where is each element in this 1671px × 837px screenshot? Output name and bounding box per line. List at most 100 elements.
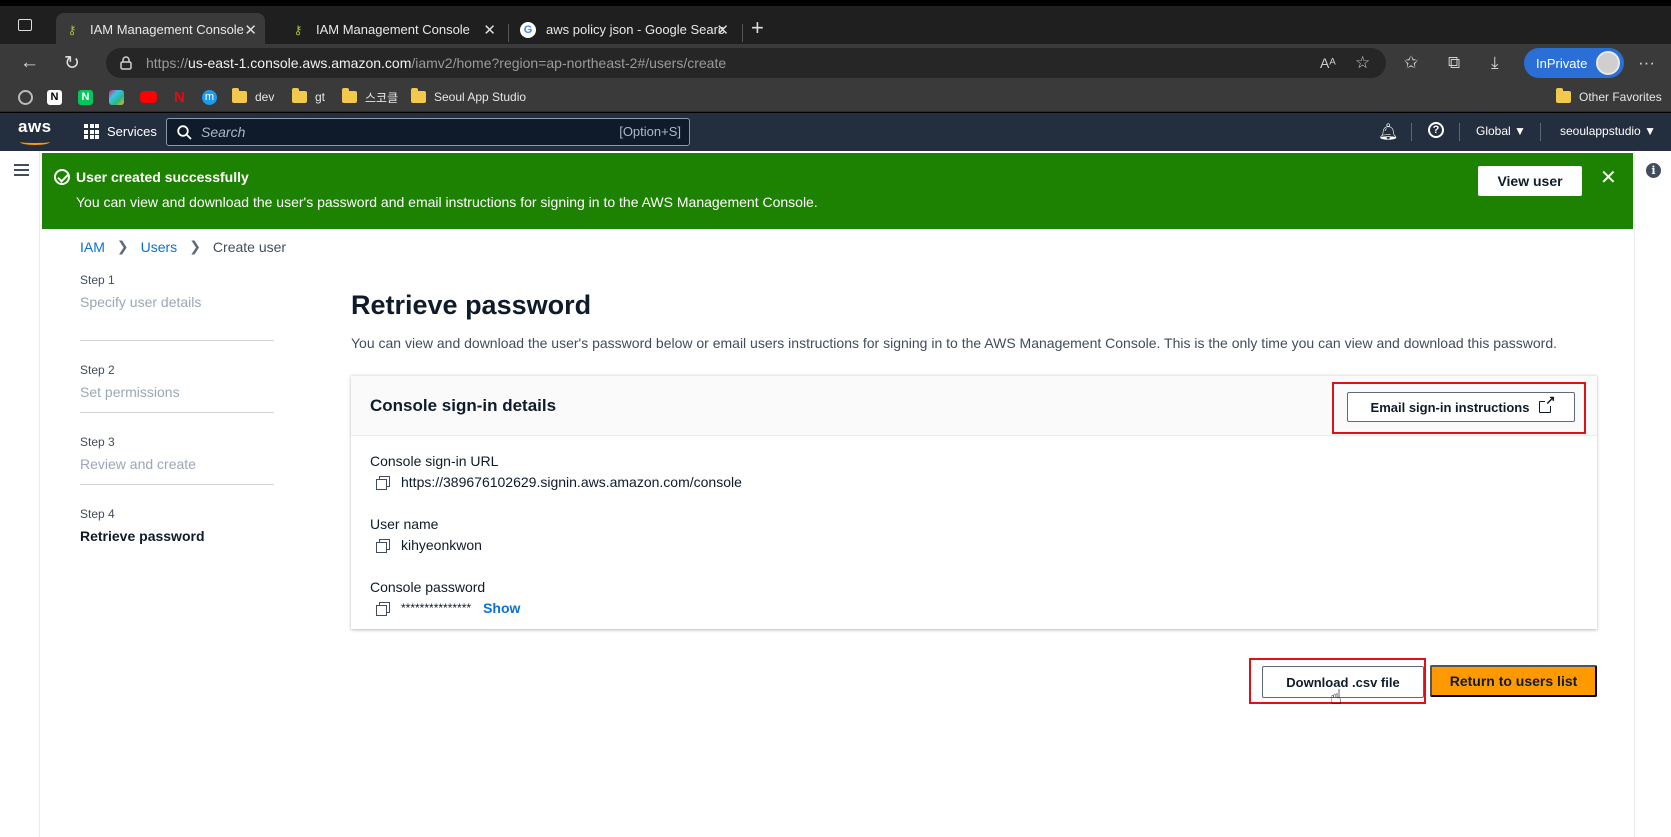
side-navigation-rail — [0, 151, 40, 837]
page-title: Retrieve password — [351, 290, 592, 320]
tab-iam-1[interactable]: ⚷ IAM Management Console ✕ — [56, 13, 265, 46]
aws-logo[interactable]: aws — [18, 117, 52, 145]
favorite-folder-seoul-app-studio[interactable]: Seoul App Studio — [411, 88, 526, 106]
menu-hamburger-icon[interactable] — [14, 164, 29, 179]
tab-google-search[interactable]: G aws policy json - Google Searc ✕ — [512, 13, 737, 46]
github-icon[interactable] — [18, 88, 33, 106]
notion-icon[interactable]: N — [47, 88, 62, 106]
url-host: us-east-1.console.aws.amazon.com — [188, 55, 412, 71]
step-name: Review and create — [80, 456, 196, 472]
other-favorites[interactable]: Other Favorites — [1556, 88, 1662, 106]
success-flashbar: User created successfully You can view a… — [42, 153, 1633, 229]
new-tab-icon[interactable]: + — [751, 15, 764, 41]
tab-iam-2[interactable]: ⚷ IAM Management Console ✕ — [282, 13, 504, 46]
password-value: *************** Show — [370, 600, 520, 616]
help-icon[interactable]: ? — [1428, 122, 1444, 138]
step-label: Step 4 — [80, 507, 115, 521]
wizard-steps: Step 1 Specify user details Step 2 Set p… — [80, 273, 274, 553]
browser-address-bar: ← ↻ https:// us-east-1.console.aws.amazo… — [0, 44, 1671, 82]
tab-actions-icon[interactable] — [18, 19, 32, 31]
page-description: You can view and download the user's pas… — [351, 335, 1558, 351]
search-placeholder: Search — [201, 124, 246, 140]
wizard-step-1: Step 1 Specify user details — [80, 273, 274, 341]
password-label: Console password — [370, 579, 486, 595]
close-tab-icon[interactable]: ✕ — [483, 21, 496, 39]
folder-icon — [411, 88, 426, 103]
folder-icon — [232, 88, 247, 103]
url-path: /iamv2/home?region=ap-northeast-2#/users… — [411, 55, 727, 71]
container-title: Console sign-in details — [370, 396, 557, 415]
aws-key-icon: ⚷ — [293, 22, 303, 37]
aws-global-nav: aws Services Search [Option+S] 🔔︎ ? Glob… — [0, 113, 1671, 151]
close-tab-icon[interactable]: ✕ — [244, 21, 257, 39]
screen: ⚷ IAM Management Console ✕ ⚷ IAM Managem… — [0, 0, 1671, 837]
more-menu-icon[interactable]: ··· — [1638, 53, 1655, 73]
step-name: Retrieve password — [80, 528, 205, 544]
folder-icon — [292, 88, 307, 103]
folder-icon — [1556, 88, 1571, 103]
username-label: User name — [370, 516, 439, 532]
copy-icon[interactable] — [376, 538, 390, 553]
step-label: Step 2 — [80, 363, 115, 377]
m-app-icon[interactable]: m — [202, 88, 217, 106]
inprivate-label: InPrivate — [1536, 55, 1588, 71]
page-content: i User created successfully You can view… — [0, 151, 1671, 837]
hand-cursor-icon: ☝︎ — [1330, 687, 1343, 709]
read-aloud-icon[interactable]: Aᴬ — [1320, 55, 1336, 71]
step-label: Step 1 — [80, 273, 115, 287]
copy-icon[interactable] — [376, 475, 390, 490]
favorite-folder-gt[interactable]: gt — [292, 88, 325, 106]
info-icon[interactable]: i — [1646, 163, 1661, 178]
chevron-right-icon: ❯ — [189, 238, 201, 254]
netflix-icon[interactable]: N — [174, 88, 185, 106]
copy-icon[interactable] — [376, 601, 390, 616]
step-label: Step 3 — [80, 435, 115, 449]
dismiss-flash-icon[interactable]: ✕ — [1600, 165, 1617, 190]
url-field[interactable]: https:// us-east-1.console.aws.amazon.co… — [106, 48, 1386, 78]
breadcrumb-create-user: Create user — [212, 238, 287, 255]
tab-title: IAM Management Console — [316, 22, 470, 37]
collections-icon[interactable]: ⧉ — [1448, 53, 1460, 73]
sign-in-url-value: https://389676102629.signin.aws.amazon.c… — [370, 474, 742, 490]
wizard-step-4: Step 4 Retrieve password — [80, 485, 274, 553]
back-icon[interactable]: ← — [20, 52, 39, 74]
account-menu[interactable]: seoulappstudio ▼ — [1560, 124, 1656, 138]
step-name: Specify user details — [80, 294, 202, 310]
browser-tab-bar: ⚷ IAM Management Console ✕ ⚷ IAM Managem… — [0, 0, 1671, 46]
naver-icon[interactable]: N — [78, 88, 93, 106]
url-prefix: https:// — [146, 55, 189, 71]
favorites-icon[interactable]: ✩ — [1404, 53, 1418, 73]
show-password-link[interactable]: Show — [483, 600, 520, 616]
services-grid-icon — [84, 124, 99, 139]
highlight-box — [1332, 382, 1586, 434]
wizard-step-2: Step 2 Set permissions — [80, 341, 274, 413]
chevron-right-icon: ❯ — [116, 238, 129, 254]
aws-search-input[interactable]: Search [Option+S] — [166, 118, 690, 146]
refresh-icon[interactable]: ↻ — [64, 52, 80, 75]
wizard-step-3: Step 3 Review and create — [80, 413, 274, 485]
view-user-button[interactable]: View user — [1478, 166, 1582, 196]
breadcrumb-users[interactable]: Users — [141, 239, 178, 255]
region-selector[interactable]: Global ▼ — [1476, 124, 1526, 138]
add-favorite-icon[interactable]: ☆ — [1355, 53, 1370, 73]
notifications-bell-icon[interactable]: 🔔︎ — [1378, 122, 1398, 142]
inprivate-badge[interactable]: InPrivate — [1524, 48, 1624, 78]
breadcrumb-iam[interactable]: IAM — [80, 239, 105, 255]
step-name: Set permissions — [80, 384, 180, 400]
tab-title: IAM Management Console — [90, 22, 244, 37]
lock-icon — [120, 56, 132, 70]
favorite-folder-korean[interactable]: 스코클 — [342, 88, 398, 106]
slack-icon[interactable] — [109, 88, 124, 106]
return-to-users-list-button[interactable]: Return to users list — [1430, 665, 1597, 697]
downloads-icon[interactable]: ⤓ — [1491, 53, 1499, 73]
flash-message: You can view and download the user's pas… — [76, 194, 818, 210]
services-menu-button[interactable]: Services — [84, 124, 157, 139]
aws-key-icon: ⚷ — [67, 22, 77, 37]
folder-icon — [342, 88, 357, 103]
sign-in-url-label: Console sign-in URL — [370, 453, 499, 469]
tools-rail: i — [1634, 151, 1671, 837]
close-tab-icon[interactable]: ✕ — [716, 21, 729, 39]
youtube-icon[interactable] — [140, 88, 157, 106]
favorite-folder-dev[interactable]: dev — [232, 88, 274, 106]
favorites-bar: N N N m dev gt 스코클 Seoul App Studio Othe… — [0, 82, 1671, 112]
